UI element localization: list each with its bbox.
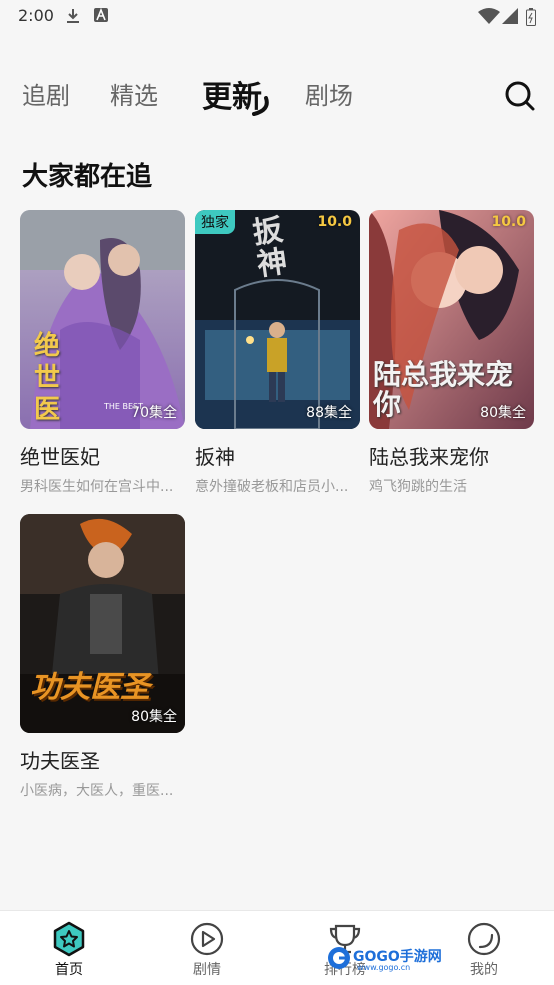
gogo-logo-icon <box>328 947 350 969</box>
episode-count: 70集全 <box>131 405 177 421</box>
search-icon <box>505 81 535 111</box>
drama-card[interactable]: 功夫医圣 80集全 功夫医圣 小医病，大医人，重医... <box>20 514 185 800</box>
card-desc: 小医病，大医人，重医... <box>20 783 174 799</box>
signal-icon <box>502 8 518 24</box>
episode-count: 80集全 <box>480 405 526 421</box>
score-badge: 10.0 <box>491 214 526 230</box>
home-star-icon <box>53 921 85 957</box>
bottom-nav: 首页 剧情 排行榜 我的 <box>0 910 554 985</box>
profile-circle-icon <box>467 922 501 956</box>
card-desc: 男科医生如何在宫斗中... <box>20 479 174 495</box>
score-badge: 10.0 <box>317 214 352 230</box>
card-title: 扳神 <box>195 445 235 469</box>
poster-title-art: 绝世医 <box>34 331 61 425</box>
exclusive-badge: 独家 <box>195 210 235 234</box>
drama-card[interactable]: 扳神 独家 10.0 88集全 扳神 意外撞破老板和店员小... <box>195 210 360 496</box>
watermark-logo: GOGO手游网 www.gogo.cn <box>327 944 442 974</box>
status-time: 2:00 <box>18 6 54 25</box>
poster-title-art: 功夫医圣 <box>30 670 150 705</box>
card-desc: 意外撞破老板和店员小... <box>195 479 349 495</box>
episode-count: 80集全 <box>131 709 177 725</box>
drama-poster: 陆总我来宠你 10.0 80集全 <box>369 210 534 429</box>
status-bar: 2:00 <box>0 0 554 34</box>
active-tab-indicator <box>252 96 269 116</box>
download-icon <box>67 9 79 23</box>
top-tabs: 追剧 精选 更新 剧场 <box>0 70 554 120</box>
card-title: 陆总我来宠你 <box>369 445 489 469</box>
wifi-icon <box>478 8 500 24</box>
drama-poster: 扳神 独家 10.0 88集全 <box>195 210 360 429</box>
drama-card[interactable]: 陆总我来宠你 10.0 80集全 陆总我来宠你 鸡飞狗跳的生活 <box>369 210 534 496</box>
nav-label: 首页 <box>55 962 83 978</box>
card-title: 功夫医圣 <box>20 749 100 773</box>
episode-count: 88集全 <box>306 405 352 421</box>
section-title: 大家都在追 <box>22 162 153 192</box>
battery-icon <box>526 8 536 26</box>
nav-label: 我的 <box>470 962 498 978</box>
a-icon <box>94 8 108 22</box>
play-circle-icon <box>190 922 224 956</box>
nav-home[interactable]: 首页 <box>29 921 109 979</box>
drama-poster: 功夫医圣 80集全 <box>20 514 185 733</box>
nav-plot[interactable]: 剧情 <box>167 921 247 979</box>
drama-card[interactable]: 绝世医 THE BEST 70集全 绝世医妃 男科医生如何在宫斗中... <box>20 210 185 496</box>
tab-剧场[interactable]: 剧场 <box>305 76 353 111</box>
card-desc: 鸡飞狗跳的生活 <box>369 479 467 495</box>
nav-label: 剧情 <box>193 962 221 978</box>
card-title: 绝世医妃 <box>20 445 100 469</box>
nav-profile[interactable]: 我的 <box>444 921 524 979</box>
tab-精选[interactable]: 精选 <box>110 76 158 111</box>
drama-poster: 绝世医 THE BEST 70集全 <box>20 210 185 429</box>
tab-追剧[interactable]: 追剧 <box>22 76 70 111</box>
watermark-url: www.gogo.cn <box>357 963 411 972</box>
search-button[interactable] <box>500 76 540 116</box>
